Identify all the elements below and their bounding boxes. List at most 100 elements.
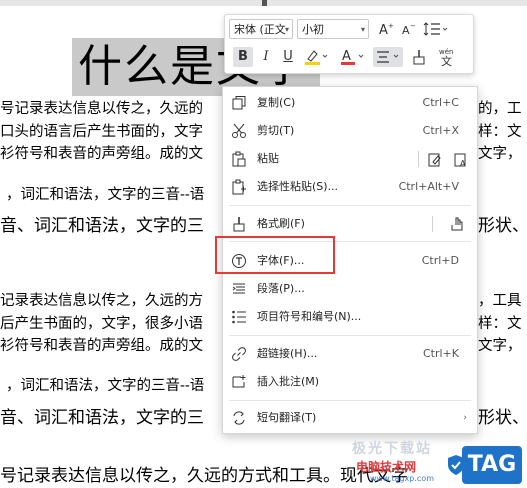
- format-painter-icon: [413, 50, 425, 65]
- svg-text:A: A: [460, 159, 466, 167]
- watermark-site-name: 电脑技术网: [356, 460, 417, 474]
- doc-line: 号记录表达信息以传之，久远的方式和工具。现代文字: [0, 466, 408, 486]
- doc-line-right: 形状、义: [478, 216, 527, 236]
- menu-separator: [229, 400, 471, 401]
- menu-item-label: 段落(P)...: [257, 282, 305, 295]
- paste-keep-format-icon[interactable]: [427, 151, 443, 167]
- font-name-value: 宋体 (正文: [234, 23, 286, 36]
- doc-line: 号记录表达信息以传之，久远的: [0, 101, 203, 117]
- menu-item-paste[interactable]: 粘贴 A: [223, 146, 477, 172]
- doc-line: 记录表达信息以传之，久远的方: [0, 293, 203, 309]
- font-size-value: 小初: [302, 23, 324, 36]
- menu-item-copy[interactable]: 复制(C) Ctrl+C: [223, 90, 477, 116]
- italic-button[interactable]: I: [257, 47, 275, 67]
- paste-text-only-icon[interactable]: A: [453, 151, 469, 167]
- format-painter-button[interactable]: [409, 47, 429, 67]
- doc-line: 音、词汇和语法，文字的三: [0, 408, 204, 428]
- menu-item-label: 选择性粘贴(S)...: [257, 180, 339, 193]
- doc-line-right: 的，工: [478, 101, 522, 117]
- align-center-icon: [377, 51, 399, 63]
- paste-icon: [232, 151, 246, 167]
- grow-font-button[interactable]: A +: [377, 19, 395, 39]
- menu-item-translate[interactable]: 短句翻译(T) ›: [223, 405, 477, 431]
- chevron-down-icon: ▾: [284, 25, 289, 34]
- menu-item-label: 复制(C): [257, 96, 296, 109]
- menu-item-shortcut: Ctrl+Alt+V: [398, 180, 459, 193]
- font-color-button[interactable]: A: [339, 47, 367, 67]
- menu-item-label: 剪切(T): [257, 124, 295, 137]
- doc-line: 口头的语言后产生书面的，文字: [0, 124, 203, 140]
- watermark-site-top: 极光下载站: [352, 441, 432, 457]
- svg-text:文: 文: [441, 54, 452, 67]
- watermark-tag-badge: TAG: [462, 446, 522, 484]
- menu-item-label: 粘贴: [257, 152, 279, 165]
- paste-special-icon: [232, 179, 246, 195]
- format-painter-icon: [233, 217, 245, 232]
- menu-item-cut[interactable]: 剪切(T) Ctrl+X: [223, 118, 477, 144]
- menu-item-bullets[interactable]: 项目符号和编号(N)...: [223, 304, 477, 330]
- ruler-bar: [0, 0, 527, 6]
- menu-item-shortcut: Ctrl+D: [421, 254, 459, 267]
- shrink-font-button[interactable]: A −: [399, 19, 417, 39]
- menu-item-paste-special[interactable]: 选择性粘贴(S)... Ctrl+Alt+V: [223, 174, 477, 200]
- paragraph-icon: [232, 283, 245, 294]
- doc-line-right: ，工具: [478, 293, 522, 309]
- font-name-select[interactable]: 宋体 (正文 ▾: [229, 19, 293, 39]
- menu-item-paragraph[interactable]: 段落(P)...: [223, 276, 477, 302]
- watermark-url: www.tagxp.com: [370, 474, 434, 483]
- doc-line-right: 文字，: [478, 338, 522, 354]
- menu-item-format-painter[interactable]: 格式刷(F): [223, 211, 477, 237]
- comment-icon: [232, 375, 246, 388]
- bullets-icon: [232, 310, 246, 324]
- menu-separator: [229, 205, 471, 206]
- hyperlink-icon: [232, 347, 246, 361]
- menu-item-label: 短句翻译(T): [257, 411, 317, 424]
- ruler-marker[interactable]: [262, 0, 267, 6]
- doc-line-right: 样：文: [478, 124, 522, 140]
- doc-line: 音、词汇和语法，文字的三: [0, 216, 204, 236]
- menu-item-label: 格式刷(F): [257, 217, 305, 230]
- pinyin-guide-icon: wén 文: [439, 48, 453, 68]
- doc-line: 衫符号和表音的声旁组。成的文: [0, 146, 203, 162]
- line-spacing-button[interactable]: [423, 19, 451, 39]
- chevron-down-icon: ▾: [360, 25, 365, 34]
- menu-item-shortcut: Ctrl+X: [422, 124, 459, 137]
- font-size-select[interactable]: 小初 ▾: [297, 19, 369, 39]
- doc-line-right: 形状、义: [478, 408, 527, 428]
- bold-button[interactable]: B: [233, 47, 253, 67]
- line-spacing-icon: [423, 22, 448, 36]
- format-painter-hand-icon[interactable]: [449, 216, 465, 232]
- font-color-icon: A: [341, 49, 364, 65]
- cut-icon: [232, 123, 246, 138]
- grow-font-icon: A +: [379, 22, 394, 38]
- menu-item-insert-comment[interactable]: 插入批注(M): [223, 369, 477, 395]
- mini-toolbar: 宋体 (正文 ▾ 小初 ▾ A + A − B I U A wén 文: [224, 14, 474, 74]
- menu-item-hyperlink[interactable]: 超链接(H)... Ctrl+K: [223, 341, 477, 367]
- menu-item-label: 插入批注(M): [257, 375, 320, 388]
- svg-text:A: A: [379, 23, 388, 38]
- menu-divider: [432, 216, 433, 232]
- doc-line: ，词汇和语法，文字的三音--语: [6, 378, 205, 394]
- highlight-button[interactable]: [303, 47, 331, 67]
- pinyin-button[interactable]: wén 文: [435, 47, 463, 68]
- svg-text:−: −: [410, 22, 416, 30]
- doc-line-right: 文字，: [478, 146, 522, 162]
- submenu-arrow-icon: ›: [463, 413, 467, 423]
- doc-line-right: 样：文: [478, 316, 522, 332]
- shrink-font-icon: A −: [402, 22, 416, 37]
- highlighter-icon: [305, 50, 328, 65]
- copy-icon: [232, 96, 246, 110]
- svg-text:A: A: [342, 49, 351, 64]
- menu-divider: [418, 151, 419, 167]
- underline-button[interactable]: U: [279, 47, 297, 67]
- align-button[interactable]: [373, 47, 403, 67]
- svg-text:+: +: [388, 22, 394, 30]
- menu-item-shortcut: Ctrl+K: [422, 347, 459, 360]
- doc-line: ，词汇和语法，文字的三音--语: [6, 187, 205, 203]
- menu-item-label: 超链接(H)...: [257, 347, 318, 360]
- svg-text:A: A: [402, 24, 410, 37]
- menu-separator: [229, 335, 471, 336]
- doc-line: 后产生书面的，文字，很多小语: [0, 316, 203, 332]
- translate-icon: [233, 411, 245, 425]
- highlight-box-font-item: [215, 236, 335, 274]
